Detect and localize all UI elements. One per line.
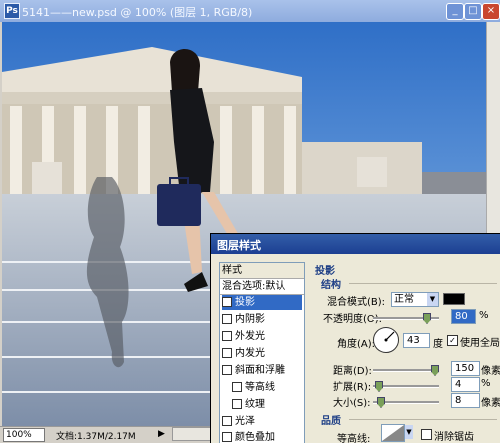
checkbox-icon[interactable] bbox=[222, 348, 232, 358]
size-unit: 像素 bbox=[481, 398, 500, 409]
size-slider-thumb[interactable] bbox=[377, 397, 385, 408]
distance-slider-thumb[interactable] bbox=[431, 365, 439, 376]
opacity-input[interactable]: 80 bbox=[451, 309, 476, 324]
checkbox-icon[interactable] bbox=[222, 331, 232, 341]
photoshop-app-icon: Ps bbox=[4, 3, 20, 19]
checkbox-icon[interactable] bbox=[222, 314, 232, 324]
angle-dial-needle bbox=[384, 331, 395, 342]
quality-title: 品质 bbox=[321, 416, 341, 427]
distance-label: 距离(D): bbox=[333, 366, 372, 377]
blend-mode-value: 正常 bbox=[394, 294, 414, 305]
blend-mode-label: 混合模式(B): bbox=[327, 297, 386, 308]
distance-slider[interactable] bbox=[373, 369, 439, 372]
style-item-label: 内阴影 bbox=[235, 314, 265, 325]
opacity-unit: % bbox=[479, 310, 489, 321]
style-item-color-overlay[interactable]: 颜色叠加 bbox=[222, 430, 302, 443]
group-divider bbox=[349, 283, 497, 284]
antialias-label: 消除锯齿 bbox=[434, 432, 474, 443]
zoom-field[interactable]: 100% bbox=[3, 428, 45, 442]
spread-slider-thumb[interactable] bbox=[375, 381, 383, 392]
angle-input[interactable]: 43 bbox=[403, 333, 430, 348]
style-list: 样式 混合选项:默认 ✓ 投影 内阴影 外发光 内发光 斜面和浮雕 等高线 纹理 … bbox=[219, 262, 305, 443]
style-item-label: 颜色叠加 bbox=[235, 432, 275, 443]
shadow-color-swatch[interactable] bbox=[443, 293, 465, 305]
drop-shadow-panel: 投影 结构 混合模式(B): 正常 ▼ 不透明度(O): 80 % 角度(A): … bbox=[307, 260, 500, 443]
close-button[interactable]: × bbox=[482, 3, 500, 20]
section-title: 投影 bbox=[315, 266, 335, 277]
size-label: 大小(S): bbox=[333, 398, 371, 409]
opacity-slider-thumb[interactable] bbox=[423, 313, 431, 324]
style-item-label: 纹理 bbox=[245, 399, 265, 410]
checkbox-icon[interactable] bbox=[232, 399, 242, 409]
structure-title: 结构 bbox=[321, 280, 341, 291]
global-light-label: 使用全局光 bbox=[460, 338, 500, 349]
style-item-label: 光泽 bbox=[235, 416, 255, 427]
size-input[interactable]: 8 bbox=[451, 393, 480, 408]
style-item-outer-glow[interactable]: 外发光 bbox=[222, 329, 302, 344]
checkbox-icon[interactable] bbox=[232, 382, 242, 392]
checkbox-icon[interactable] bbox=[222, 365, 232, 375]
styles-header[interactable]: 样式 bbox=[220, 263, 304, 279]
dialog-title: 图层样式 bbox=[217, 239, 261, 252]
contour-picker[interactable] bbox=[381, 424, 405, 442]
style-item-contour[interactable]: 等高线 bbox=[232, 380, 302, 395]
spread-unit: % bbox=[481, 378, 491, 389]
checkbox-icon[interactable] bbox=[222, 432, 232, 442]
distance-unit: 像素 bbox=[481, 366, 500, 377]
checkbox-icon[interactable]: ✓ bbox=[222, 297, 232, 307]
style-item-bevel-emboss[interactable]: 斜面和浮雕 bbox=[222, 363, 302, 378]
angle-dial[interactable] bbox=[373, 327, 399, 353]
window-title: 5141——new.psd @ 100% (图层 1, RGB/8) bbox=[22, 6, 253, 19]
minimize-button[interactable]: _ bbox=[446, 3, 464, 20]
maximize-button[interactable]: □ bbox=[464, 3, 482, 20]
dialog-title-bar[interactable]: 图层样式 bbox=[211, 234, 500, 254]
contour-label: 等高线: bbox=[337, 434, 371, 443]
antialias-checkbox[interactable] bbox=[421, 429, 432, 440]
style-item-label: 外发光 bbox=[235, 331, 265, 342]
style-item-inner-glow[interactable]: 内发光 bbox=[222, 346, 302, 361]
style-item-label: 斜面和浮雕 bbox=[235, 365, 285, 376]
global-light-checkbox[interactable]: ✓ bbox=[447, 335, 458, 346]
style-item-satin[interactable]: 光泽 bbox=[222, 414, 302, 429]
angle-label: 角度(A): bbox=[337, 339, 376, 350]
contour-curve-icon bbox=[382, 425, 404, 441]
layer-style-dialog: 图层样式 样式 混合选项:默认 ✓ 投影 内阴影 外发光 内发光 斜面和浮雕 等高… bbox=[210, 233, 500, 443]
checkbox-icon[interactable] bbox=[222, 416, 232, 426]
style-item-label: 等高线 bbox=[245, 382, 275, 393]
spread-label: 扩展(R): bbox=[333, 382, 372, 393]
style-item-texture[interactable]: 纹理 bbox=[232, 397, 302, 412]
angle-unit: 度 bbox=[433, 339, 443, 350]
blend-mode-select[interactable]: 正常 ▼ bbox=[391, 292, 439, 307]
blend-options-item[interactable]: 混合选项:默认 bbox=[222, 279, 302, 294]
style-item-label: 内发光 bbox=[235, 348, 265, 359]
document-info: 文档:1.37M/2.17M bbox=[56, 432, 136, 442]
chevron-down-icon[interactable]: ▼ bbox=[427, 293, 438, 306]
status-menu-arrow-icon[interactable]: ▶ bbox=[158, 429, 165, 439]
style-item-drop-shadow[interactable]: ✓ 投影 bbox=[222, 295, 302, 310]
title-bar[interactable]: Ps 5141——new.psd @ 100% (图层 1, RGB/8) _ … bbox=[0, 0, 500, 22]
style-item-label: 投影 bbox=[235, 297, 255, 308]
spread-input[interactable]: 4 bbox=[451, 377, 480, 392]
style-item-inner-shadow[interactable]: 内阴影 bbox=[222, 312, 302, 327]
contour-dropdown-icon[interactable]: ▼ bbox=[405, 425, 413, 439]
group-divider bbox=[349, 419, 497, 420]
distance-input[interactable]: 150 bbox=[451, 361, 480, 376]
